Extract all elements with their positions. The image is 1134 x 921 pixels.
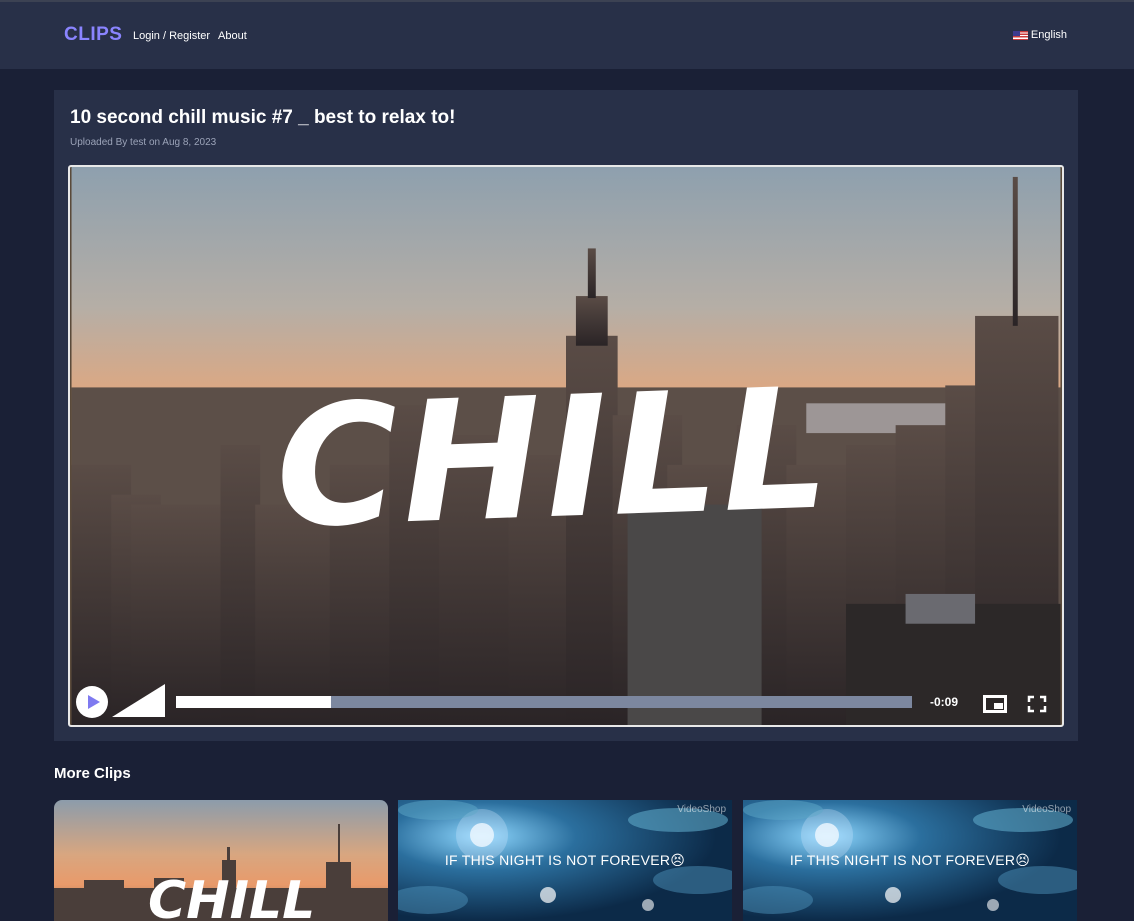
thumbnail-chill-text: CHILL: [148, 871, 315, 921]
progress-fill: [176, 696, 331, 708]
video-player[interactable]: CHILL -0:09: [68, 165, 1064, 727]
video-frame: CHILL: [71, 167, 1061, 725]
uploaded-date: on Aug 8, 2023: [148, 137, 217, 148]
clip-thumbnail[interactable]: VideoShop IF THIS NIGHT IS NOT FOREVER😣: [743, 800, 1077, 921]
picture-in-picture-icon[interactable]: [983, 694, 1007, 714]
us-flag-icon: [1012, 30, 1028, 40]
watermark: VideoShop: [677, 804, 726, 815]
video-title: 10 second chill music #7 _ best to relax…: [70, 107, 456, 128]
more-clips-title: More Clips: [54, 765, 131, 782]
watermark: VideoShop: [1022, 804, 1071, 815]
language-label: English: [1030, 29, 1067, 41]
chill-overlay-text: CHILL: [273, 352, 836, 565]
clip-thumbnail[interactable]: VideoShop IF THIS NIGHT IS NOT FOREVER😣: [398, 800, 732, 921]
volume-icon[interactable]: [112, 684, 165, 718]
about-link[interactable]: About: [218, 30, 247, 42]
thumbnail-caption: IF THIS NIGHT IS NOT FOREVER😣: [789, 852, 1031, 868]
progress-bar[interactable]: [176, 696, 912, 708]
video-card: 10 second chill music #7 _ best to relax…: [54, 90, 1078, 741]
player-controls: -0:09: [70, 681, 1062, 725]
play-icon[interactable]: [76, 686, 108, 718]
uploaded-by: Uploaded By test: [70, 137, 147, 148]
clip-thumbnail-image: CHILL: [54, 800, 388, 921]
navbar: CLIPS Login / Register About English: [0, 2, 1134, 69]
fullscreen-icon[interactable]: [1025, 694, 1049, 714]
upload-info: Uploaded By test on Aug 8, 2023: [70, 137, 216, 148]
time-remaining: -0:09: [930, 695, 959, 709]
language-selector[interactable]: English: [1012, 29, 1067, 41]
thumbnail-caption: IF THIS NIGHT IS NOT FOREVER😣: [444, 852, 686, 868]
login-register-link[interactable]: Login / Register: [133, 30, 210, 42]
clip-thumbnail[interactable]: CHILL: [54, 800, 388, 921]
logo[interactable]: CLIPS: [64, 24, 122, 46]
